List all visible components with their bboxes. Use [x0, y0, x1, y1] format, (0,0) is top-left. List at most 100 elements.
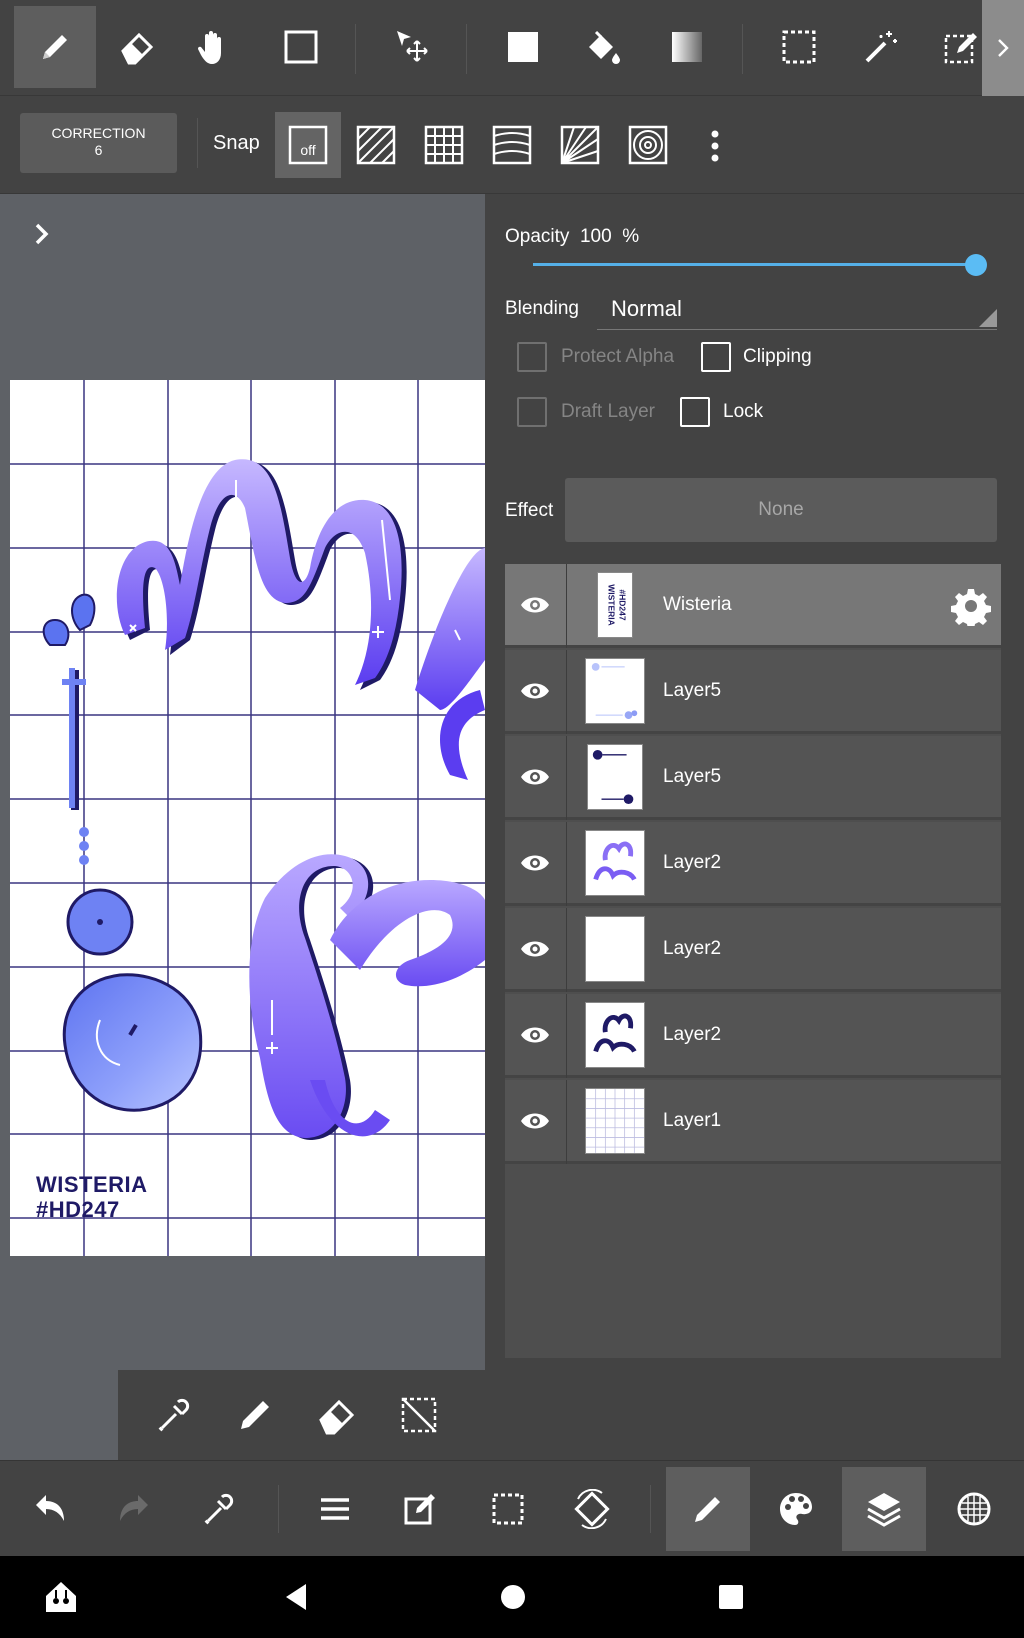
artwork-caption-line1: WISTERIA	[36, 1172, 148, 1197]
rectangle-tool-button[interactable]	[260, 6, 342, 88]
magic-wand-icon	[865, 31, 897, 63]
toolbar-scroll-right-button[interactable]	[982, 0, 1024, 96]
move-tool-button[interactable]	[372, 6, 454, 88]
transform-button[interactable]	[550, 1467, 634, 1551]
recents-icon[interactable]	[710, 1576, 752, 1618]
layer-name: Layer2	[663, 852, 722, 873]
snap-off-button[interactable]: off	[275, 112, 341, 178]
blending-label: Blending	[505, 298, 579, 319]
eraser-tool-button[interactable]	[96, 6, 178, 88]
snap-parallel-button[interactable]	[343, 112, 409, 178]
eye-icon[interactable]	[519, 1021, 551, 1049]
selection-button[interactable]	[466, 1467, 550, 1551]
thumbnail-art	[593, 841, 637, 881]
select-rect-tool-button[interactable]	[758, 6, 840, 88]
eraser-icon[interactable]	[314, 1392, 360, 1438]
opacity-unit: %	[622, 226, 640, 247]
eye-icon[interactable]	[519, 935, 551, 963]
fill-shape-tool-button[interactable]	[482, 6, 564, 88]
svg-text:WISTERIA: WISTERIA	[606, 584, 616, 626]
material-panel-button[interactable]	[932, 1467, 1016, 1551]
eye-icon[interactable]	[519, 1107, 551, 1135]
layers-icon	[867, 1493, 901, 1527]
assistant-home-icon[interactable]	[40, 1576, 82, 1618]
gear-icon[interactable]	[951, 586, 991, 626]
thumbnail-grid	[586, 1089, 644, 1153]
layer-row[interactable]: Layer2	[505, 994, 1001, 1078]
filled-square-icon	[508, 32, 538, 62]
system-nav-bar	[0, 1556, 1024, 1638]
palette-icon	[780, 1493, 812, 1525]
deselect-icon[interactable]	[396, 1392, 442, 1438]
toolbar-divider	[650, 1485, 651, 1533]
layer-row[interactable]: Layer5	[505, 736, 1001, 820]
pen-icon	[43, 35, 67, 59]
bucket-tool-button[interactable]	[562, 6, 644, 88]
snap-toolbar: CORRECTION 6 Snap off	[0, 96, 1024, 194]
opacity-slider-knob[interactable]	[965, 254, 987, 276]
opacity-slider-track[interactable]	[533, 263, 977, 266]
thumbnail-art	[593, 1013, 637, 1053]
canvas-area[interactable]: WISTERIA #HD247	[0, 194, 485, 1370]
snap-more-button[interactable]	[700, 126, 730, 166]
eye-icon[interactable]	[519, 677, 551, 705]
toolbar-divider	[278, 1485, 279, 1533]
eye-icon[interactable]	[519, 849, 551, 877]
undo-button[interactable]	[8, 1467, 92, 1551]
correction-label: CORRECTION	[51, 125, 146, 141]
layer-thumbnail	[585, 1002, 645, 1068]
marquee-icon	[492, 1493, 524, 1525]
snap-grid-button[interactable]	[411, 112, 477, 178]
layer-name: Wisteria	[663, 594, 732, 615]
eyedropper-icon[interactable]	[150, 1392, 196, 1438]
snap-curve-button[interactable]	[479, 112, 545, 178]
snap-radial-button[interactable]	[547, 112, 613, 178]
panel-bottom-strip	[485, 1370, 1024, 1460]
protect-alpha-checkbox[interactable]	[517, 342, 547, 372]
blending-select[interactable]: Normal	[597, 286, 997, 330]
expand-panel-chevron-icon[interactable]	[28, 220, 56, 248]
layer-row[interactable]: Layer5	[505, 650, 1001, 734]
home-icon[interactable]	[492, 1576, 534, 1618]
artboard[interactable]: WISTERIA #HD247	[10, 380, 485, 1256]
artwork-caption-line2: #HD247	[36, 1197, 120, 1222]
row-divider	[566, 564, 567, 648]
select-pen-icon	[944, 33, 977, 64]
eyedropper-button[interactable]	[176, 1467, 260, 1551]
gradient-tool-button[interactable]	[646, 6, 728, 88]
eye-icon[interactable]	[519, 763, 551, 791]
layer-row[interactable]: Layer2	[505, 908, 1001, 992]
snap-circle-button[interactable]	[615, 112, 681, 178]
magic-wand-tool-button[interactable]	[840, 6, 922, 88]
row-divider	[566, 908, 567, 992]
pen-icon[interactable]	[232, 1392, 278, 1438]
menu-button[interactable]	[293, 1467, 377, 1551]
clipping-checkbox[interactable]	[701, 342, 731, 372]
hand-tool-button[interactable]	[172, 6, 254, 88]
layer-thumbnail	[585, 916, 645, 982]
color-panel-button[interactable]	[754, 1467, 838, 1551]
paint-bucket-icon	[589, 30, 620, 64]
gradient-icon	[672, 32, 702, 62]
back-icon[interactable]	[276, 1576, 318, 1618]
top-toolbar	[0, 0, 1024, 96]
brush-panel-button[interactable]	[666, 1467, 750, 1551]
pen-tool-button[interactable]	[14, 6, 96, 88]
correction-button[interactable]: CORRECTION 6	[20, 113, 177, 173]
snap-off-text: off	[300, 142, 315, 158]
layer-row[interactable]: Layer2	[505, 822, 1001, 906]
layer-row[interactable]: WISTERIA #HD247 Wisteria	[505, 564, 1001, 648]
opacity-label: Opacity 100 %	[505, 226, 640, 247]
layers-panel-button[interactable]	[842, 1467, 926, 1551]
layer-row[interactable]: Layer1	[505, 1080, 1001, 1164]
snap-curve-icon	[492, 125, 532, 165]
redo-button[interactable]	[92, 1467, 176, 1551]
svg-text:#HD247: #HD247	[618, 589, 628, 620]
layer-name: Layer2	[663, 938, 722, 959]
blending-value: Normal	[611, 296, 682, 321]
draft-layer-checkbox[interactable]	[517, 397, 547, 427]
eye-icon[interactable]	[519, 591, 551, 619]
lock-checkbox[interactable]	[680, 397, 710, 427]
edit-button[interactable]	[378, 1467, 462, 1551]
effect-button[interactable]: None	[565, 478, 997, 542]
